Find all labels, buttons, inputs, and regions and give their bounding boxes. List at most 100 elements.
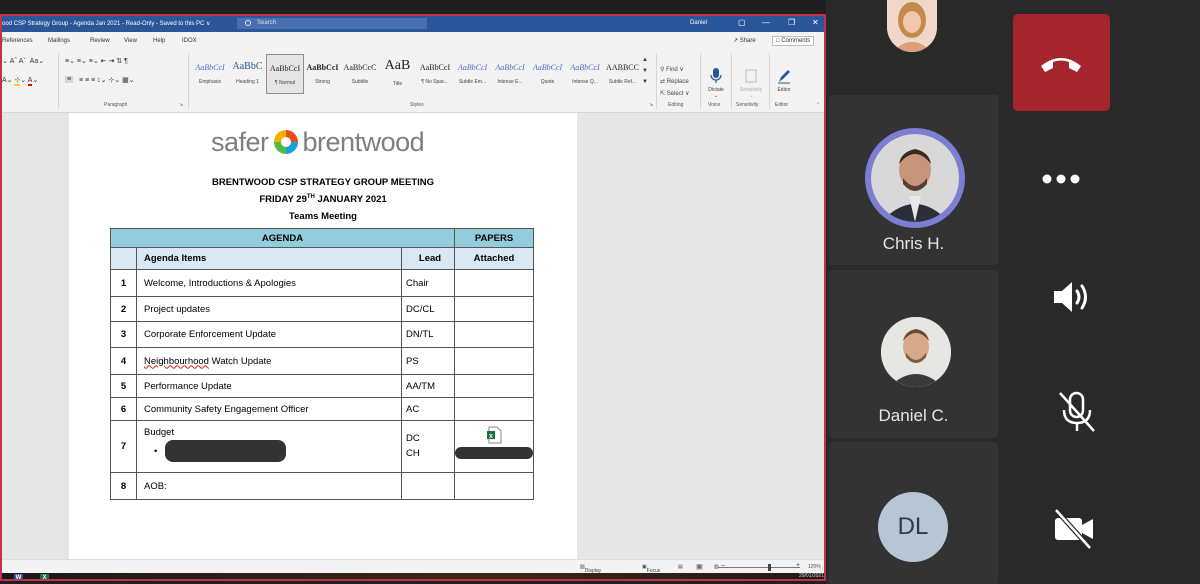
minimize-button[interactable]: — <box>762 18 770 27</box>
tab-view[interactable]: View <box>124 38 137 44</box>
style-name: Subtle Em... <box>458 79 487 85</box>
focus-button[interactable]: ▣ Focus <box>642 564 660 574</box>
style-item[interactable]: AaBbCcC Subtitle <box>341 54 379 94</box>
logo-swirl-icon <box>273 130 298 154</box>
ribbon-tabs: References Mailings Review View Help IDO… <box>2 32 824 49</box>
share-button[interactable]: ↗ Share <box>733 37 756 44</box>
tab-help[interactable]: Help <box>153 38 165 44</box>
style-item[interactable]: AaBbCcI Emphasis <box>191 54 229 94</box>
participant-avatar-daniel <box>881 317 951 387</box>
style-item[interactable]: AaBbCcI ¶ No Spac... <box>416 54 454 94</box>
print-layout-icon[interactable]: ▦ <box>696 564 703 570</box>
participant-photo-top <box>887 0 937 52</box>
close-button[interactable]: ✕ <box>812 18 819 27</box>
paragraph-launcher-icon[interactable]: ↘ <box>179 102 183 108</box>
mute-button[interactable] <box>1043 390 1111 434</box>
ribbon-display-icon[interactable]: ▢ <box>738 18 746 27</box>
dictate-button[interactable]: Dictate ⌄ <box>701 68 731 99</box>
leave-call-button[interactable] <box>1013 14 1110 111</box>
font-size-controls[interactable]: ⌄ Aˆ Aˇ Aa⌄ <box>2 57 44 65</box>
styles-more-icon[interactable]: ▼ <box>642 79 648 85</box>
speaker-icon <box>1054 282 1087 312</box>
row-lead-line2: CH <box>406 448 420 459</box>
participant-tile-chris[interactable]: Chris H. <box>829 95 998 265</box>
row-item: Welcome, Introductions & Apologies <box>136 269 402 297</box>
row-item: Neighbourhood Watch Update <box>136 347 402 375</box>
tab-references[interactable]: References <box>2 38 33 44</box>
sensitivity-icon <box>745 69 757 83</box>
replace-icon: ⇄ <box>660 79 666 85</box>
system-clock[interactable]: 10:47 29/01/2021 <box>778 567 824 579</box>
sensitivity-button[interactable]: Sensitivity ⌄ <box>734 68 768 99</box>
participant-avatar-top[interactable] <box>887 0 937 52</box>
document-page[interactable]: safer brentwood BRENTWOOD CSP STRATEGY G… <box>69 113 577 559</box>
tab-review[interactable]: Review <box>90 38 110 44</box>
meeting-venue: Teams Meeting <box>289 211 357 222</box>
participant-tile-dl[interactable]: DL <box>829 442 998 584</box>
safer-brentwood-logo: safer brentwood <box>211 127 425 158</box>
row-papers <box>454 347 534 375</box>
align-buttons[interactable]: ≡ ≡ ≡ ↕⌄ ⊹⌄ ▦⌄ <box>79 76 135 84</box>
tab-idox[interactable]: IDOX <box>182 38 197 44</box>
find-button[interactable]: ⚲ Find ∨ <box>660 66 689 78</box>
row-item: AOB: <box>136 472 402 500</box>
font-color-controls[interactable]: A⌄ ⊹⌄ A⌄ <box>2 76 38 86</box>
search-placeholder: Search <box>257 20 277 26</box>
maximize-button[interactable]: ❐ <box>788 18 795 27</box>
style-sample: AaBbCcC <box>343 63 377 72</box>
tab-mailings[interactable]: Mailings <box>48 38 70 44</box>
microphone-icon <box>710 68 722 83</box>
user-name[interactable]: Daniel <box>690 20 707 26</box>
speaker-button[interactable] <box>1040 277 1108 317</box>
excel-attachment-icon[interactable]: x <box>486 426 502 444</box>
style-name: Title <box>392 81 403 87</box>
participant-tile-daniel[interactable]: Daniel C. <box>829 270 998 438</box>
document-area[interactable]: safer brentwood BRENTWOOD CSP STRATEGY G… <box>2 113 824 559</box>
table-row: 4 Neighbourhood Watch Update PS <box>110 347 534 375</box>
excel-taskbar-icon[interactable]: X <box>40 574 49 579</box>
styles-scroll-up-icon[interactable]: ▲ <box>642 57 648 63</box>
replace-button[interactable]: ⇄ Replace <box>660 78 689 90</box>
align-left-button[interactable]: ≡ <box>65 76 74 83</box>
editing-group: ⚲ Find ∨ ⇄ Replace ⇱ Select ∨ <box>660 66 689 102</box>
agenda-header: AGENDA <box>110 228 455 248</box>
style-item[interactable]: AABBCC Subtle Ref... <box>604 54 642 94</box>
styles-scroll-down-icon[interactable]: ▼ <box>642 68 648 74</box>
styles-launcher-icon[interactable]: ↘ <box>649 102 653 108</box>
camera-button[interactable] <box>1040 508 1108 550</box>
editor-pen-icon <box>778 70 790 84</box>
word-taskbar-icon[interactable]: W <box>14 574 23 579</box>
dictate-label: Dictate <box>708 87 724 93</box>
zoom-slider-thumb[interactable] <box>768 564 772 571</box>
style-item[interactable]: AaBbCcI Strong <box>304 54 342 94</box>
row-papers: x <box>454 420 534 473</box>
editor-button[interactable]: Editor <box>769 68 799 93</box>
editor-button-label: Editor <box>777 87 791 93</box>
style-sample: AaBbCcI <box>532 63 563 72</box>
more-options-button[interactable] <box>1027 164 1095 194</box>
style-item[interactable]: AaBbCcI Intense E... <box>491 54 529 94</box>
style-item[interactable]: AaB Title <box>379 54 417 94</box>
collapse-ribbon-icon[interactable]: ⌃ <box>816 102 820 108</box>
title-bar: ood CSP Strategy Group - Agenda Jan 2021… <box>2 16 824 32</box>
read-mode-icon[interactable]: ▤ <box>678 564 683 570</box>
list-controls[interactable]: ≡⌄ ≡⌄ ≡⌄ ⇤ ⇥ ⇅ ¶ <box>65 57 128 65</box>
table-row: 1 Welcome, Introductions & Apologies Cha… <box>110 269 534 297</box>
participant-name: Daniel C. <box>878 406 949 425</box>
screen: ood CSP Strategy Group - Agenda Jan 2021… <box>0 0 1200 584</box>
style-item[interactable]: AaBbCcI Subtle Em... <box>454 54 492 94</box>
display-settings-button[interactable]: ▧ Display Settings <box>580 564 603 579</box>
style-item[interactable]: AaBbCcI ¶ Normal <box>266 54 304 94</box>
more-options-icon <box>1042 174 1080 184</box>
style-item[interactable]: AaBbC Heading 1 <box>229 54 267 94</box>
search-box[interactable]: Search <box>237 18 427 29</box>
misspelled-word[interactable]: Neighbourhood <box>144 356 209 367</box>
comments-button[interactable]: □ Comments <box>772 36 815 46</box>
style-item[interactable]: AaBbCcI Intense Q... <box>566 54 604 94</box>
header-number-cell <box>110 247 137 270</box>
style-item[interactable]: AaBbCcI Quote <box>529 54 567 94</box>
select-button[interactable]: ⇱ Select ∨ <box>660 90 689 102</box>
meeting-title: BRENTWOOD CSP STRATEGY GROUP MEETING <box>211 177 435 188</box>
row-item: Budget • <box>136 420 402 473</box>
editing-group-label: Editing <box>668 102 684 108</box>
